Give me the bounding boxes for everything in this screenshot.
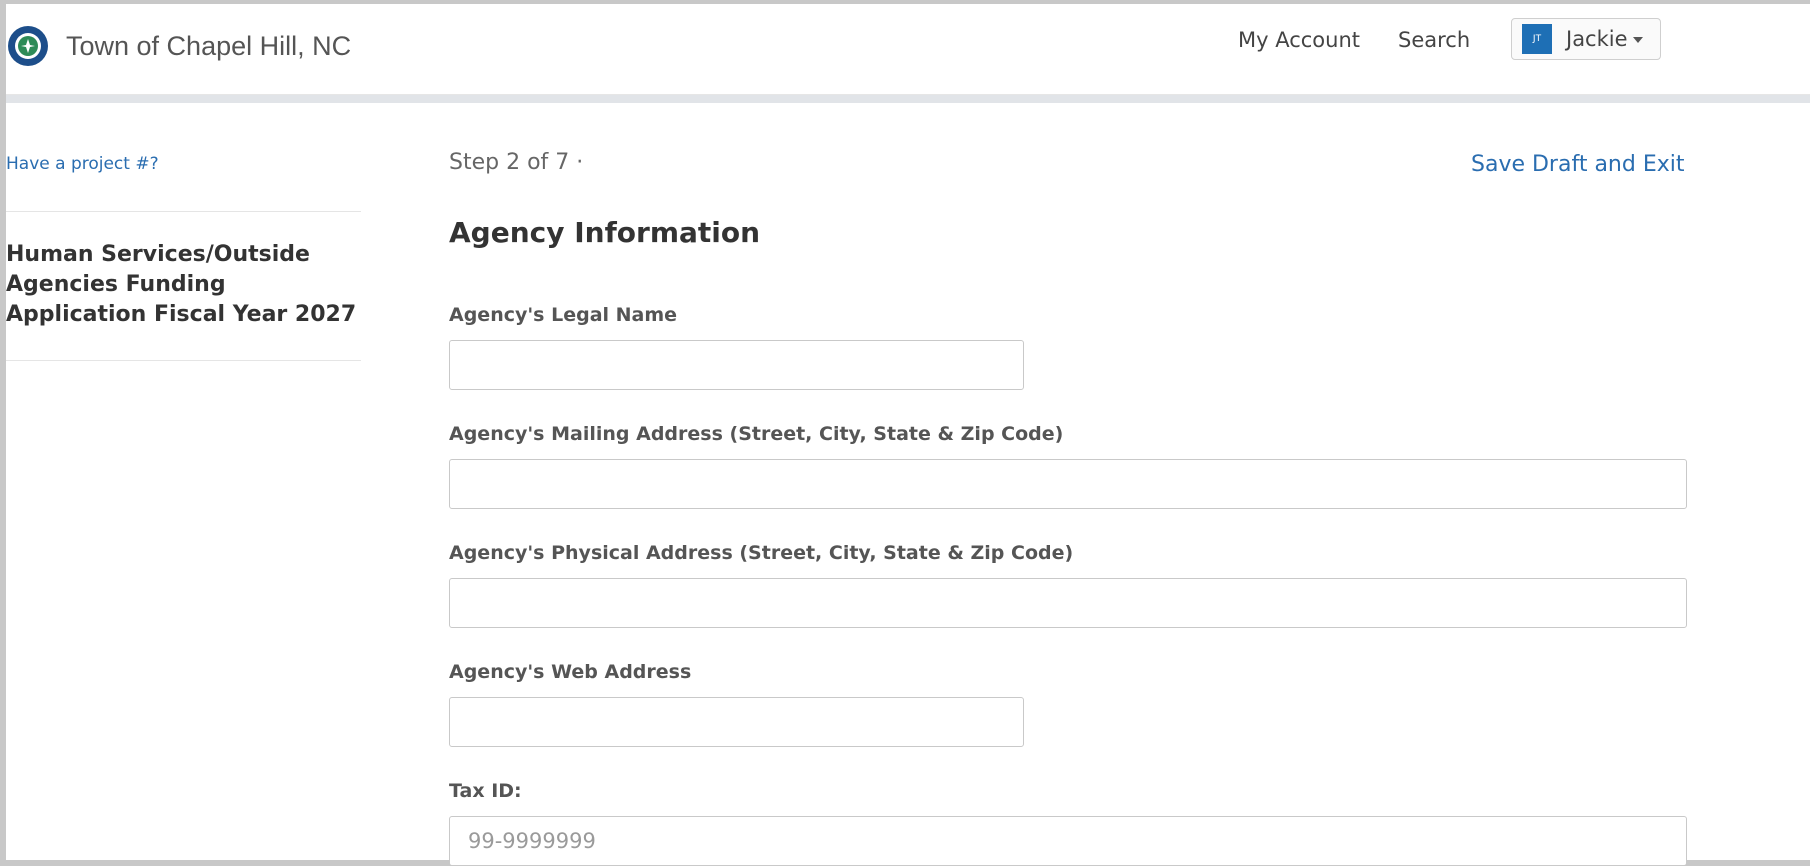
chevron-down-icon (1633, 37, 1643, 43)
page: Town of Chapel Hill, NC My Account Searc… (6, 4, 1810, 860)
application-title: Human Services/Outside Agencies Funding … (6, 240, 366, 330)
user-menu-button[interactable]: JT Jackie (1511, 18, 1661, 60)
legal-name-input[interactable] (449, 340, 1024, 390)
mailing-address-label: Agency's Mailing Address (Street, City, … (449, 423, 1063, 445)
physical-address-input[interactable] (449, 578, 1687, 628)
section-title: Agency Information (449, 216, 760, 249)
web-address-input[interactable] (449, 697, 1024, 747)
physical-address-label: Agency's Physical Address (Street, City,… (449, 542, 1073, 564)
header-divider (6, 95, 1810, 103)
have-project-number-link[interactable]: Have a project #? (6, 154, 159, 174)
avatar: JT (1522, 24, 1552, 54)
web-address-label: Agency's Web Address (449, 661, 691, 683)
tax-id-label: Tax ID: (449, 780, 522, 802)
brand[interactable]: Town of Chapel Hill, NC (8, 26, 351, 66)
save-draft-exit-link[interactable]: Save Draft and Exit (1471, 152, 1684, 177)
my-account-link[interactable]: My Account (1238, 28, 1360, 52)
town-seal-icon (8, 26, 48, 66)
legal-name-label: Agency's Legal Name (449, 304, 677, 326)
site-title: Town of Chapel Hill, NC (66, 31, 351, 62)
sidebar-divider (6, 211, 361, 212)
top-navbar: Town of Chapel Hill, NC My Account Searc… (6, 4, 1810, 95)
tax-id-input[interactable] (449, 816, 1687, 866)
step-indicator: Step 2 of 7 · (449, 150, 583, 175)
mailing-address-input[interactable] (449, 459, 1687, 509)
user-name: Jackie (1566, 27, 1628, 51)
search-link[interactable]: Search (1398, 28, 1470, 52)
sidebar-divider (6, 360, 361, 361)
